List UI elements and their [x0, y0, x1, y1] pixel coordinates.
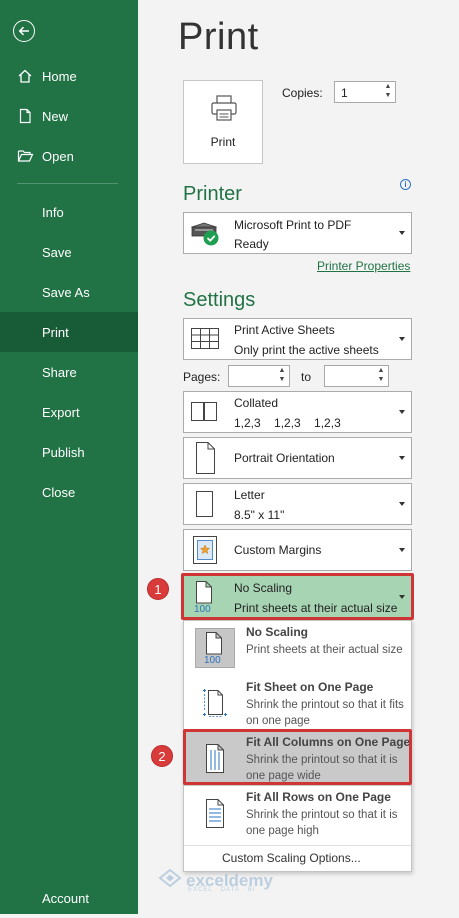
menu-divider — [184, 845, 411, 846]
paper-size-dropdown[interactable]: Letter 8.5" x 11" — [183, 483, 412, 525]
callout-badge: 2 — [151, 745, 173, 767]
collation-dropdown[interactable]: Collated 1,2,3 1,2,3 1,2,3 — [183, 391, 412, 433]
margins-dropdown[interactable]: Custom Margins — [183, 529, 412, 571]
orientation-title: Portrait Orientation — [234, 451, 335, 465]
callout-badge: 1 — [147, 578, 169, 600]
chevron-down-icon — [399, 410, 405, 414]
sidebar-item-save[interactable]: Save — [0, 232, 138, 272]
sidebar-item-share[interactable]: Share — [0, 352, 138, 392]
print-pane: Print Print Copies: 1 ▲ ▼ Printer i Micr… — [138, 0, 459, 914]
printer-name: Microsoft Print to PDF — [234, 218, 352, 232]
exceldemy-logo-icon — [158, 868, 182, 893]
sidebar-item-label: Account — [42, 890, 89, 906]
sidebar-item-label: Save As — [42, 284, 90, 300]
sidebar-item-label: Export — [42, 404, 80, 420]
spin-arrows-icon[interactable]: ▲ ▼ — [374, 366, 388, 386]
print-button[interactable]: Print — [183, 80, 263, 164]
spin-arrows-icon[interactable]: ▲ ▼ — [275, 366, 289, 386]
printer-ready-icon — [190, 219, 220, 247]
fit-sheet-icon — [195, 683, 235, 723]
copies-label: Copies: — [282, 86, 323, 100]
menu-option-desc: Shrink the printout so that it is one pa… — [246, 809, 398, 837]
pages-from-stepper[interactable]: ▲ ▼ — [228, 365, 290, 387]
sidebar-item-new[interactable]: New — [0, 96, 138, 136]
print-what-desc: Only print the active sheets — [234, 343, 379, 357]
menu-option-title: Fit Sheet on One Page — [246, 680, 374, 694]
spin-arrows-icon[interactable]: ▲ ▼ — [381, 82, 395, 102]
chevron-down-icon — [399, 548, 405, 552]
menu-option-desc: Shrink the printout so that it fits on o… — [246, 699, 404, 727]
custom-scaling-options-item[interactable]: Custom Scaling Options... — [222, 851, 361, 865]
menu-option-desc: Print sheets at their actual size — [246, 644, 403, 656]
collated-pages-icon — [190, 400, 220, 424]
printer-dropdown[interactable]: Microsoft Print to PDF Ready — [183, 212, 412, 254]
menu-option-title: No Scaling — [246, 625, 309, 639]
open-folder-icon — [17, 148, 35, 164]
paper-size-title: Letter — [234, 488, 265, 502]
home-icon — [17, 68, 35, 84]
printer-heading: Printer — [183, 183, 242, 205]
chevron-down-icon — [399, 456, 405, 460]
menu-option-no-scaling[interactable]: 100 No Scaling Print sheets at their act… — [184, 621, 411, 676]
sidebar-item-label: Close — [42, 484, 76, 500]
sidebar-item-label: Open — [42, 148, 74, 164]
settings-heading: Settings — [183, 289, 256, 311]
backstage-sidebar: Home New Open Info Save Save As Print Sh… — [0, 0, 138, 914]
back-arrow-icon[interactable] — [13, 20, 35, 42]
letter-page-icon — [190, 489, 220, 519]
portrait-page-icon — [190, 441, 220, 475]
chevron-down-icon — [399, 502, 405, 506]
custom-margins-icon — [190, 534, 220, 566]
sidebar-item-label: Save — [42, 244, 72, 260]
menu-option-title: Fit All Rows on One Page — [246, 790, 391, 804]
sidebar-item-label: Share — [42, 364, 77, 380]
sidebar-item-label: New — [42, 108, 69, 124]
printer-icon — [209, 93, 239, 128]
print-button-label: Print — [210, 135, 236, 149]
info-icon[interactable]: i — [400, 179, 411, 190]
sidebar-item-save-as[interactable]: Save As — [0, 272, 138, 312]
menu-option-fit-rows[interactable]: Fit All Rows on One Page Shrink the prin… — [184, 786, 411, 841]
menu-option-fit-sheet[interactable]: Fit Sheet on One Page Shrink the printou… — [184, 676, 411, 731]
chevron-down-icon — [399, 231, 405, 235]
fit-rows-icon — [195, 793, 235, 833]
printer-status: Ready — [234, 237, 269, 251]
copies-stepper[interactable]: 1 ▲ ▼ — [334, 81, 396, 103]
to-label: to — [301, 370, 312, 384]
printer-properties-link[interactable]: Printer Properties — [317, 259, 410, 273]
sidebar-item-label: Home — [42, 68, 77, 84]
sidebar-item-info[interactable]: Info — [0, 192, 138, 232]
paper-size-desc: 8.5" x 11" — [234, 508, 285, 522]
sidebar-divider — [17, 183, 118, 184]
watermark-tagline: EXCEL · DATA · BI — [188, 887, 256, 893]
print-what-dropdown[interactable]: Print Active Sheets Only print the activ… — [183, 318, 412, 360]
sidebar-item-close[interactable]: Close — [0, 472, 138, 512]
exceldemy-watermark: exceldemy EXCEL · DATA · BI — [158, 868, 273, 893]
scale-100-label: 100 — [204, 655, 221, 665]
collation-desc: 1,2,3 1,2,3 1,2,3 — [234, 416, 341, 430]
sidebar-item-label: Info — [42, 204, 64, 220]
sidebar-item-publish[interactable]: Publish — [0, 432, 138, 472]
sidebar-item-label: Print — [42, 324, 69, 340]
copies-value: 1 — [341, 86, 348, 100]
chevron-down-icon — [399, 337, 405, 341]
margins-title: Custom Margins — [234, 543, 322, 557]
sidebar-item-open[interactable]: Open — [0, 136, 138, 176]
new-document-icon — [17, 108, 35, 124]
highlight-frame — [181, 573, 414, 620]
pages-label: Pages: — [183, 370, 221, 384]
sidebar-item-export[interactable]: Export — [0, 392, 138, 432]
sidebar-item-home[interactable]: Home — [0, 56, 138, 96]
pages-to-stepper[interactable]: ▲ ▼ — [324, 365, 389, 387]
highlight-frame — [183, 729, 412, 785]
collation-title: Collated — [234, 396, 279, 410]
sidebar-item-print[interactable]: Print — [0, 312, 138, 352]
no-scaling-icon: 100 — [195, 628, 235, 668]
sheet-grid-icon — [190, 326, 220, 352]
page-title: Print — [178, 16, 259, 58]
orientation-dropdown[interactable]: Portrait Orientation — [183, 437, 412, 479]
sidebar-item-account[interactable]: Account — [0, 878, 138, 918]
print-what-title: Print Active Sheets — [234, 323, 335, 337]
sidebar-item-label: Publish — [42, 444, 85, 460]
